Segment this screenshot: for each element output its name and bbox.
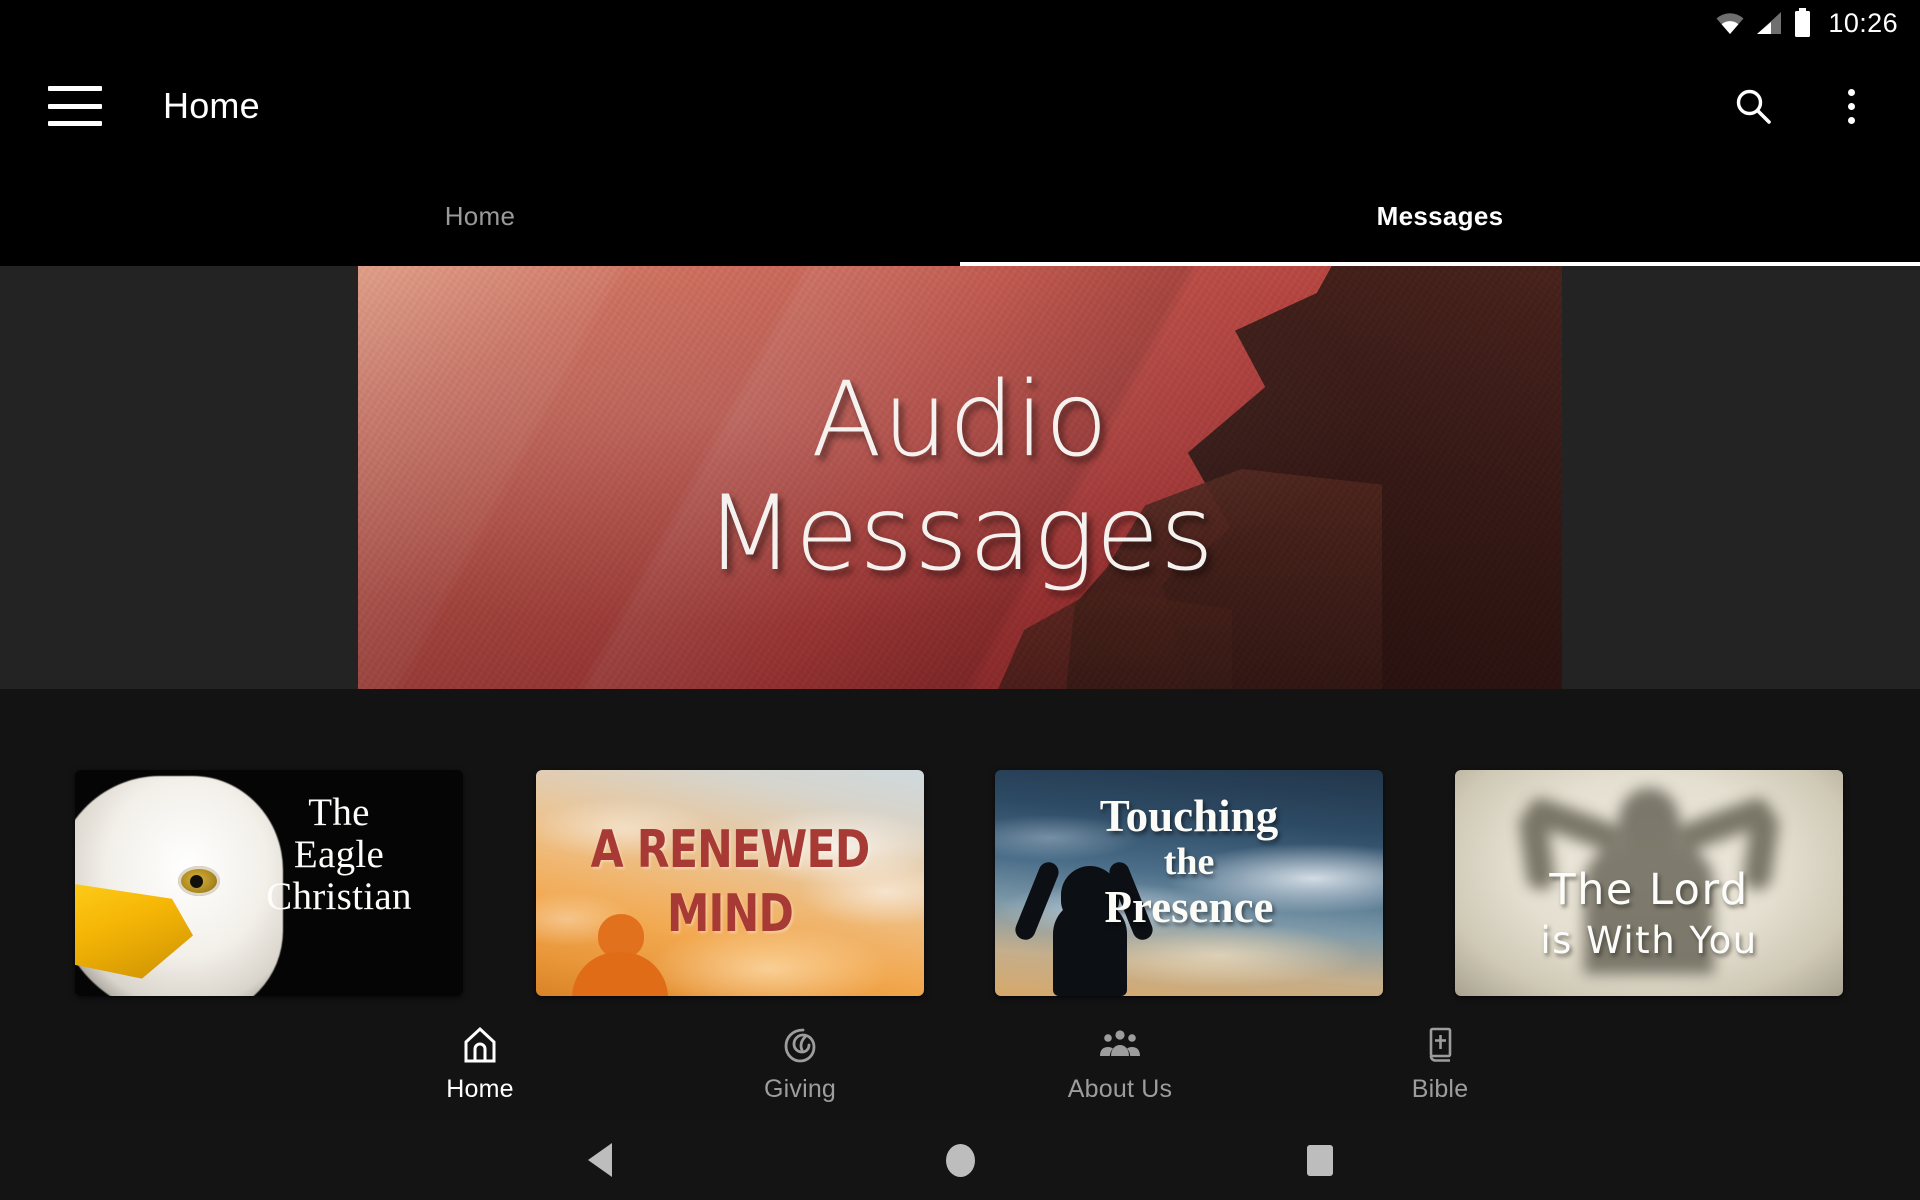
bottom-nav-label-about-us: About Us — [1067, 1074, 1173, 1103]
bottom-nav-label-bible: Bible — [1411, 1074, 1469, 1103]
hero-title-line-2: Messages — [705, 473, 1215, 594]
bottom-nav-item-about-us[interactable]: About Us — [960, 1024, 1280, 1104]
bible-book-icon — [1419, 1024, 1461, 1066]
series-card-title: The Eagle Christian — [227, 791, 451, 919]
status-bar: 10:26 — [0, 0, 1920, 46]
tab-home[interactable]: Home — [0, 166, 960, 266]
app-screen: 10:26 Home Home Messages Audio Messages … — [0, 0, 1920, 1200]
series-title-line-2: is With You — [1540, 919, 1758, 963]
hero-title-line-1: Audio — [811, 360, 1109, 481]
system-navigation-bar — [0, 1120, 1920, 1200]
home-icon — [459, 1024, 501, 1066]
people-group-icon — [1099, 1024, 1141, 1066]
app-bar-actions — [1730, 83, 1920, 129]
series-title-line-2: Eagle — [293, 833, 385, 877]
hero-banner-audio-messages[interactable]: Audio Messages — [358, 266, 1562, 689]
bottom-nav-item-home[interactable]: Home — [320, 1024, 640, 1104]
status-time: 10:26 — [1828, 7, 1898, 38]
bottom-nav-item-bible[interactable]: Bible — [1280, 1024, 1600, 1104]
system-recents-button[interactable] — [1140, 1144, 1500, 1176]
series-title-line-3: Christian — [266, 875, 412, 919]
search-icon[interactable] — [1730, 83, 1776, 129]
page-title: Home — [163, 85, 260, 126]
tab-messages[interactable]: Messages — [960, 166, 1920, 266]
series-card-title: A RENEWED MIND — [536, 820, 924, 944]
system-home-button[interactable] — [780, 1143, 1140, 1177]
series-card-title: The Lord is With You — [1455, 866, 1843, 962]
bottom-nav-label-home: Home — [446, 1074, 514, 1103]
eagle-eye-graphic — [178, 866, 220, 896]
series-card-touching-the-presence[interactable]: Touching the Presence — [995, 770, 1383, 996]
series-title-line-1: The — [308, 791, 370, 834]
message-series-list[interactable]: The Eagle Christian A RENEWED MIND Touch… — [0, 770, 1920, 996]
series-title-line-3: Presence — [1104, 882, 1274, 932]
system-back-button[interactable] — [420, 1143, 780, 1177]
wifi-icon — [1715, 10, 1745, 36]
series-card-a-renewed-mind[interactable]: A RENEWED MIND — [536, 770, 924, 996]
series-card-the-lord-is-with-you[interactable]: The Lord is With You — [1455, 770, 1843, 996]
tab-home-label: Home — [444, 200, 516, 231]
series-card-the-eagle-christian[interactable]: The Eagle Christian — [75, 770, 463, 996]
hero-title-block: Audio Messages — [358, 266, 1562, 689]
tab-bar: Home Messages — [0, 166, 1920, 266]
cellular-signal-icon — [1755, 10, 1783, 36]
bottom-nav-item-giving[interactable]: Giving — [640, 1024, 960, 1104]
back-triangle-icon — [588, 1143, 612, 1177]
bottom-nav-label-giving: Giving — [763, 1074, 837, 1103]
tab-messages-label: Messages — [1376, 200, 1504, 231]
series-title-line-2: the — [1163, 841, 1215, 883]
series-title-line-2: MIND — [666, 884, 794, 944]
recents-square-icon — [1307, 1144, 1333, 1176]
more-vertical-icon[interactable] — [1828, 83, 1874, 129]
message-series-strip: The Eagle Christian A RENEWED MIND Touch… — [0, 689, 1920, 1007]
giving-hand-icon — [779, 1024, 821, 1066]
hero-banner-region: Audio Messages — [0, 266, 1920, 689]
series-title-line-1: A RENEWED — [590, 820, 871, 880]
series-card-title: Touching the Presence — [995, 794, 1383, 930]
battery-full-icon — [1793, 8, 1812, 38]
hamburger-menu-icon[interactable] — [48, 86, 102, 126]
app-bar: Home — [0, 46, 1920, 166]
home-circle-icon — [945, 1143, 975, 1177]
series-title-line-1: Touching — [1099, 791, 1279, 841]
bottom-navigation-bar: Home Giving About Us Bible — [0, 1007, 1920, 1120]
series-title-line-1: The Lord — [1549, 865, 1749, 915]
